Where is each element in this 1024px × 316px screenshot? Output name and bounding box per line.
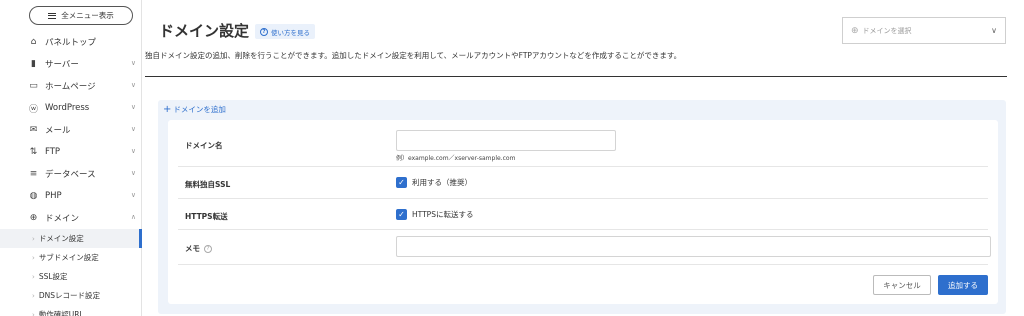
https-option-label: HTTPSに転送する [412,210,474,219]
hamburger-icon [48,12,57,19]
sidebar-item-8[interactable]: ⊕ ドメイン ∧ [0,207,142,229]
globe-icon: ⊕ [851,25,859,36]
form-row-domain: ドメイン名 例）example.com／xserver-sample.com [178,120,988,167]
domain-select[interactable]: ⊕ ドメインを選択 ∨ [842,17,1006,44]
sidebar-subitem-4[interactable]: › 動作確認URL [0,305,142,316]
chevron-right-icon: › [32,291,35,300]
sidebar-subitem-label: サブドメイン設定 [38,253,99,262]
divider [145,76,1007,77]
sidebar-item-6[interactable]: ≡ データベース ∨ [0,163,142,185]
sidebar-subitem-label: SSL設定 [38,272,68,281]
chevron-up-icon: ∧ [130,213,136,221]
sidebar-subitem-label: 動作確認URL [38,310,84,316]
chevron-right-icon: › [32,253,35,262]
checkmark-icon: ✓ [396,209,407,220]
sidebar-subitem-2[interactable]: › SSL設定 [0,267,142,286]
cancel-button[interactable]: キャンセル [873,275,931,295]
chevron-right-icon: › [32,310,35,316]
all-menu-button[interactable]: 全メニュー表示 [29,6,133,25]
chevron-down-icon: ∨ [991,26,997,35]
sidebar-subitem-3[interactable]: › DNSレコード設定 [0,286,142,305]
ftp-icon: ⇅ [29,147,38,157]
sidebar-item-label: WordPress [45,103,90,113]
domain-example-hint: 例）example.com／xserver-sample.com [396,155,516,162]
chevron-down-icon: ∨ [130,59,136,67]
sidebar-item-label: パネルトップ [45,38,97,48]
ssl-label: 無料独自SSL [185,180,231,189]
page-title: ドメイン設定 [159,22,250,40]
memo-input[interactable] [396,236,991,257]
all-menu-label: 全メニュー表示 [61,11,114,20]
domain-name-label: ドメイン名 [185,141,223,150]
sidebar: 全メニュー表示 ⌂ パネルトップ ▮ サーバー ∨ ▭ ホームページ ∨ ⓦ WordPress ∨… [0,0,142,316]
sidebar-item-label: ドメイン [45,214,80,224]
sidebar-subitem-label: DNSレコード設定 [38,291,100,300]
sidebar-item-label: データベース [45,170,96,180]
sidebar-item-label: メール [45,126,71,136]
help-button[interactable]: ? 使い方を見る [255,24,315,39]
domain-select-placeholder: ドメインを選択 [862,26,912,35]
page-description: 独自ドメイン設定の追加、削除を行うことができます。追加したドメイン設定を利用して… [145,51,682,60]
checkmark-icon: ✓ [396,177,407,188]
ssl-option-label: 利用する（推奨） [412,178,472,187]
sidebar-item-4[interactable]: ✉ メール ∨ [0,119,142,141]
sidebar-item-0[interactable]: ⌂ パネルトップ [0,31,142,53]
home-icon: ⌂ [30,37,37,47]
sidebar-item-5[interactable]: ⇅ FTP ∨ [0,141,142,163]
https-checkbox[interactable]: ✓ HTTPSに転送する [396,209,473,220]
form-row-ssl: 無料独自SSL ✓ 利用する（推奨） [178,167,988,199]
memo-label: メモ [185,244,200,253]
main-content: ドメイン設定 ? 使い方を見る ⊕ ドメインを選択 ∨ 独自ドメイン設定の追加、… [142,0,1024,316]
app: 全メニュー表示 ⌂ パネルトップ ▮ サーバー ∨ ▭ ホームページ ∨ ⓦ WordPress ∨… [0,0,1024,316]
sidebar-subitem-1[interactable]: › サブドメイン設定 [0,248,142,267]
chevron-down-icon: ∨ [130,147,136,155]
sidebar-subitem-label: ドメイン設定 [38,234,84,243]
window-icon: ▭ [29,81,38,91]
add-domain-form: ドメイン名 例）example.com／xserver-sample.com 無… [168,120,998,304]
sidebar-nav: ⌂ パネルトップ ▮ サーバー ∨ ▭ ホームページ ∨ ⓦ WordPress ∨ ✉ メール ∨ ⇅ FT… [0,31,142,316]
chevron-down-icon: ∨ [130,81,136,89]
https-label: HTTPS転送 [185,212,228,221]
chevron-down-icon: ∨ [130,191,136,199]
mail-icon: ✉ [29,125,38,135]
database-icon: ≡ [29,169,38,179]
domain-name-input[interactable] [396,130,616,151]
help-label: 使い方を見る [271,28,310,37]
sidebar-item-label: ホームページ [45,82,96,92]
question-circle-icon: ? [260,27,268,36]
add-domain-label: ドメインを追加 [173,105,226,114]
wordpress-icon: ⓦ [28,104,38,115]
sidebar-item-7[interactable]: ◍ PHP ∨ [0,185,142,207]
form-row-memo: メモ ? [178,230,991,265]
chevron-down-icon: ∨ [130,125,136,133]
memo-label-wrap: メモ ? [185,243,212,254]
sidebar-subitem-0[interactable]: › ドメイン設定 [0,229,142,248]
chevron-down-icon: ∨ [130,169,136,177]
sidebar-item-3[interactable]: ⓦ WordPress ∨ [0,97,142,119]
plus-icon: + [163,104,172,115]
add-domain-panel: + ドメインを追加 ドメイン名 例）example.com／xserver-sa… [158,100,1006,314]
help-icon[interactable]: ? [204,244,212,253]
submit-add-button[interactable]: 追加する [938,275,988,295]
sidebar-item-label: FTP [45,147,61,157]
chevron-down-icon: ∨ [130,103,136,111]
sidebar-item-1[interactable]: ▮ サーバー ∨ [0,53,142,75]
sidebar-item-2[interactable]: ▭ ホームページ ∨ [0,75,142,97]
chevron-right-icon: › [32,234,35,243]
ssl-checkbox[interactable]: ✓ 利用する（推奨） [396,177,472,188]
globe-icon: ⊕ [29,213,38,223]
php-icon: ◍ [29,191,38,201]
add-domain-link[interactable]: + ドメインを追加 [163,104,226,115]
sidebar-item-label: サーバー [45,60,79,70]
form-row-https: HTTPS転送 ✓ HTTPSに転送する [178,199,988,230]
chevron-right-icon: › [32,272,35,281]
sidebar-item-label: PHP [45,191,62,201]
server-icon: ▮ [31,59,36,69]
